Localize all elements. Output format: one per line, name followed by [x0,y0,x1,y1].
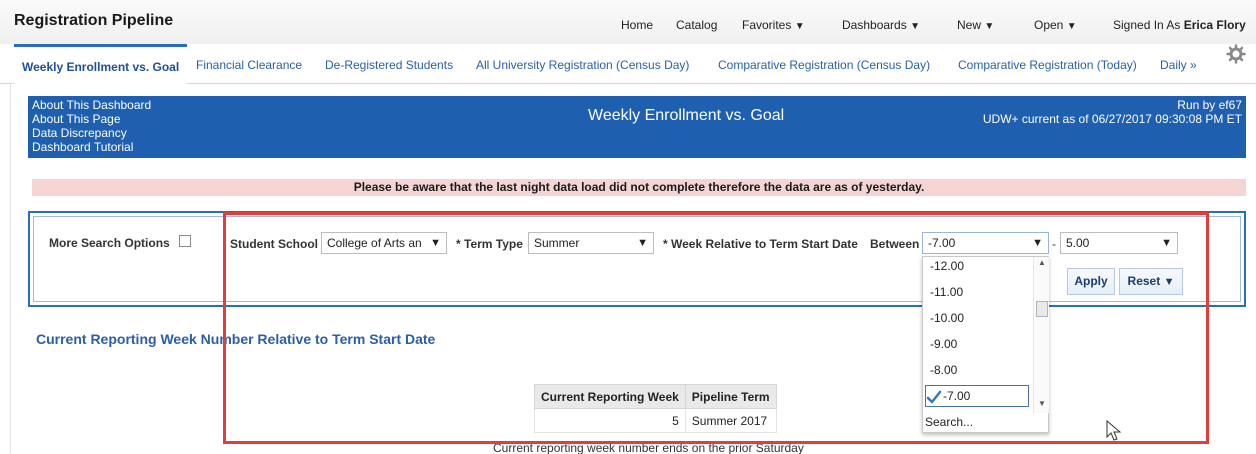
dropdown-option[interactable]: -12.00 [930,259,964,273]
tab-weekly-enrollment[interactable]: Weekly Enrollment vs. Goal [14,44,188,84]
week-from-select[interactable]: -7.00 ▼ [922,232,1049,254]
table-row: 5 Summer 2017 [534,408,777,433]
table-cell: 5 [534,408,686,433]
gear-icon[interactable] [1226,44,1246,64]
app-title: Registration Pipeline [14,12,174,29]
caret-down-icon: ▼ [984,21,995,32]
apply-button[interactable]: Apply [1067,268,1115,295]
signed-in-user[interactable]: Erica Flory [1184,18,1246,32]
week-from-value: -7.00 [928,236,956,250]
caret-down-icon: ▼ [910,21,920,32]
reset-label: Reset [1127,274,1161,288]
nav-dashboards-label: Dashboards [842,18,907,32]
dropdown-scrollbar[interactable]: ▲ ▼ [1033,257,1049,413]
link-about-dashboard[interactable]: About This Dashboard [32,98,151,112]
reporting-week-table: Current Reporting Week Pipeline Term 5 S… [534,384,777,433]
nav-new[interactable]: New ▼ [957,18,994,32]
dropdown-option[interactable]: -8.00 [930,363,957,377]
tab-de-registered-students[interactable]: De-Registered Students [325,58,453,72]
more-search-options-label: More Search Options [49,236,170,250]
table-cell: Summer 2017 [684,408,777,433]
dropdown-option-selected[interactable]: -7.00 [925,385,1029,407]
dropdown-search-link[interactable]: Search... [925,415,973,429]
nav-home[interactable]: Home [621,18,653,32]
data-load-alert: Please be aware that the last night data… [32,179,1246,196]
section-title: Current Reporting Week Number Relative t… [36,331,436,347]
scroll-up-icon[interactable]: ▲ [1038,258,1046,267]
dashboard-banner: About This Dashboard About This Page Dat… [28,96,1246,158]
student-school-value: College of Arts an [327,236,422,250]
caret-down-icon: ▼ [1032,237,1043,249]
caret-down-icon: ▼ [794,21,805,32]
dashboard-tab-bar: Weekly Enrollment vs. Goal Financial Cle… [0,44,1256,84]
column-header: Current Reporting Week [534,384,686,409]
tab-daily-more[interactable]: Daily » [1160,58,1197,72]
top-bar: Registration Pipeline Home Catalog Favor… [0,0,1256,44]
scrollbar-thumb[interactable] [1036,301,1048,317]
reset-button[interactable]: Reset ▼ [1119,268,1183,295]
run-by: Run by ef67 [1177,98,1242,112]
prompt-panel-inner [33,216,1241,302]
dropdown-option[interactable]: -9.00 [930,337,957,351]
tab-financial-clearance[interactable]: Financial Clearance [196,58,302,72]
range-dash: - [1052,237,1056,251]
signed-in: Signed In As Erica Flory [1113,18,1246,32]
term-type-select[interactable]: Summer ▼ [528,232,654,254]
caret-down-icon: ▼ [1161,237,1172,249]
dropdown-option[interactable]: -11.00 [930,285,963,299]
dropdown-option[interactable]: -10.00 [930,311,964,325]
nav-open[interactable]: Open ▼ [1034,18,1077,32]
tab-comparative-registration-census[interactable]: Comparative Registration (Census Day) [718,58,930,72]
tab-all-university-registration[interactable]: All University Registration (Census Day) [476,58,689,72]
prompt-panel [28,211,1246,307]
caret-down-icon: ▼ [637,237,648,249]
week-to-value: 5.00 [1066,236,1090,250]
banner-run-info: Run by ef67 UDW+ current as of 06/27/201… [983,98,1242,126]
student-school-select[interactable]: College of Arts an ▼ [321,232,447,254]
more-search-options-checkbox[interactable] [179,235,191,247]
tab-comparative-registration-today[interactable]: Comparative Registration (Today) [958,58,1137,72]
caret-down-icon: ▼ [1163,276,1175,288]
banner-links: About This Dashboard About This Page Dat… [32,98,151,154]
link-data-discrepancy[interactable]: Data Discrepancy [32,126,151,140]
mouse-cursor-icon [1106,420,1122,441]
term-type-value: Summer [534,236,580,250]
week-relative-label: * Week Relative to Term Start Date [663,237,858,251]
nav-favorites[interactable]: Favorites ▼ [742,18,805,32]
between-label: Between [870,237,920,251]
caret-down-icon: ▼ [430,237,441,249]
nav-new-label: New [957,18,982,32]
current-as-of: UDW+ current as of 06/27/2017 09:30:08 P… [982,112,1242,126]
checkmark-icon [926,390,942,404]
week-from-dropdown-list: -12.00 -11.00 -10.00 -9.00 -8.00 -7.00 ▲… [922,256,1049,433]
week-to-select[interactable]: 5.00 ▼ [1060,232,1178,254]
table-footnote: Current reporting week number ends on th… [493,441,804,454]
student-school-label: Student School [230,237,318,251]
nav-favorites-label: Favorites [742,18,792,32]
link-about-page[interactable]: About This Page [32,112,151,126]
term-type-label: * Term Type [456,237,523,251]
link-dashboard-tutorial[interactable]: Dashboard Tutorial [32,140,151,154]
column-header: Pipeline Term [684,384,777,409]
caret-down-icon: ▼ [1066,21,1077,32]
selected-option-label: -7.00 [943,389,971,403]
table-header-row: Current Reporting Week Pipeline Term [534,384,777,409]
nav-catalog[interactable]: Catalog [676,18,717,32]
nav-open-label: Open [1034,18,1064,32]
nav-dashboards[interactable]: Dashboards ▼ [842,18,920,32]
scroll-down-icon[interactable]: ▼ [1038,399,1046,408]
banner-title: Weekly Enrollment vs. Goal [588,107,785,124]
signed-in-label: Signed In As [1113,18,1181,32]
